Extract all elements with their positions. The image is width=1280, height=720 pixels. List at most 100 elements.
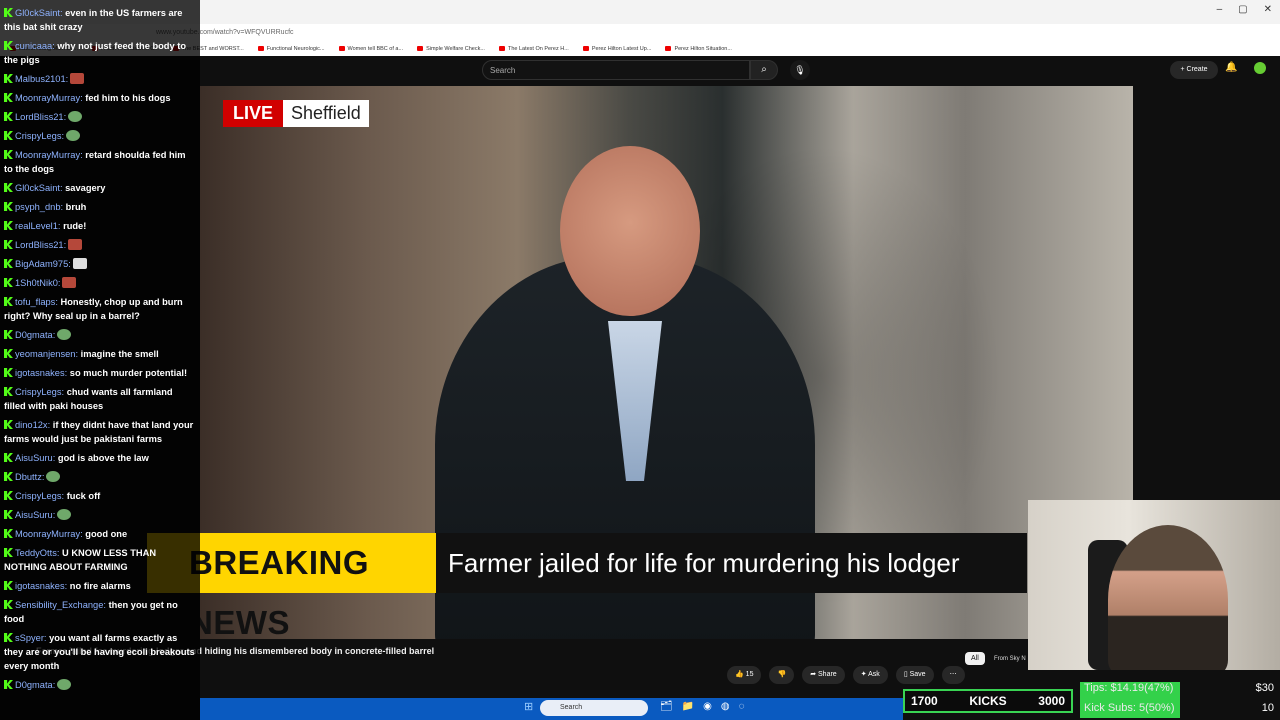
avatar[interactable] <box>1254 62 1266 74</box>
kick-badge-icon <box>4 453 13 462</box>
chrome-icon[interactable]: ◉ <box>703 701 712 712</box>
chat-username[interactable]: psyph_dnb: <box>15 202 63 212</box>
kick-badge-icon <box>4 74 13 83</box>
kick-badge-icon <box>4 349 13 358</box>
chat-message: tofu_flaps: Honestly, chop up and burn r… <box>4 295 196 323</box>
chat-username[interactable]: CrispyLegs: <box>15 491 64 501</box>
chip-from-channel[interactable]: From Sky N <box>990 652 1030 666</box>
chat-message: LordBliss21: <box>4 238 196 252</box>
search-button[interactable]: ⌕ <box>750 60 778 80</box>
chat-username[interactable]: Gl0ckSaint: <box>15 183 63 193</box>
maximize-icon[interactable]: ▢ <box>1238 4 1247 15</box>
chat-text: rude! <box>63 221 87 231</box>
kicks-label: KICKS <box>969 694 1007 708</box>
chat-username[interactable]: CrispyLegs: <box>15 387 64 397</box>
chat-username[interactable]: yeomanjensen: <box>15 349 78 359</box>
chat-username[interactable]: Malbus2101: <box>15 74 68 84</box>
kick-badge-icon <box>4 491 13 500</box>
chat-username[interactable]: AisuSuru: <box>15 453 55 463</box>
kick-chat-overlay: Gl0ckSaint: even in the US farmers are t… <box>0 0 200 720</box>
bookmark-item[interactable]: Perez Hilton Situation... <box>665 42 731 56</box>
chat-username[interactable]: tofu_flaps: <box>15 297 58 307</box>
share-button[interactable]: ➦ Share <box>802 666 845 684</box>
webcam-streamer <box>1108 525 1228 670</box>
chat-username[interactable]: cunicaaa: <box>15 41 55 51</box>
folder-icon[interactable]: 📁 <box>682 701 694 712</box>
create-label: Create <box>1186 66 1208 73</box>
bookmark-item[interactable]: The Latest On Perez H... <box>499 42 569 56</box>
chat-message: yeomanjensen: imagine the smell <box>4 347 196 361</box>
chat-username[interactable]: LordBliss21: <box>15 240 66 250</box>
close-icon[interactable]: ✕ <box>1264 4 1272 15</box>
chat-username[interactable]: MoonrayMurray: <box>15 529 83 539</box>
ask-button[interactable]: ✦ Ask <box>852 666 888 684</box>
chat-message: MoonrayMurray: good one <box>4 527 196 541</box>
chat-username[interactable]: dino12x: <box>15 420 50 430</box>
bookmark-item[interactable]: Functional Neurologic... <box>258 42 325 56</box>
url-text[interactable]: www.youtube.com/watch?v=WFQVURRucfc <box>150 26 1110 40</box>
chat-username[interactable]: D0gmata: <box>15 330 55 340</box>
chat-message: igotasnakes: no fire alarms <box>4 579 196 593</box>
bookmark-item[interactable]: Perez Hilton Latest Up... <box>583 42 652 56</box>
chat-username[interactable]: D0gmata: <box>15 680 55 690</box>
chat-username[interactable]: igotasnakes: <box>15 581 67 591</box>
kick-badge-icon <box>4 183 13 192</box>
more-actions-button[interactable]: ⋯ <box>941 666 965 684</box>
create-button[interactable]: + Create <box>1170 61 1218 79</box>
windows-start-icon[interactable]: ⊞ <box>524 702 535 713</box>
emote-icon <box>70 73 85 84</box>
kicks-goal: 3000 <box>1038 694 1065 708</box>
discord-icon[interactable]: ◍ <box>721 701 730 712</box>
chat-username[interactable]: BigAdam975: <box>15 259 71 269</box>
chip-all[interactable]: All <box>965 652 985 665</box>
mic-icon: 🎙 <box>794 65 806 75</box>
bookmark-item[interactable]: Simple Welfare Check... <box>417 42 485 56</box>
chat-text: good one <box>85 529 128 539</box>
kick-badge-icon <box>4 680 13 689</box>
taskbar-search[interactable]: Search <box>540 700 648 716</box>
chat-username[interactable]: TeddyOtts: <box>15 548 59 558</box>
edge-icon[interactable]: ◌ <box>739 701 745 712</box>
kick-badge-icon <box>4 112 13 121</box>
video-subject-head <box>560 146 700 316</box>
chat-username[interactable]: realLevel1: <box>15 221 60 231</box>
dislike-button[interactable]: 👎 <box>769 666 795 684</box>
tips-goal-panel: Tips: $14.19(47%) Kick Subs: 5(50%) $30 … <box>1080 680 1280 720</box>
like-button[interactable]: 👍 15 <box>727 666 762 684</box>
bookmark-item[interactable]: Women tell BBC of a... <box>339 42 404 56</box>
chat-text: god is above the law <box>57 453 149 463</box>
chat-username[interactable]: igotasnakes: <box>15 368 67 378</box>
search-icon: ⌕ <box>761 64 767 75</box>
window-controls: – ▢ ✕ <box>1217 4 1272 15</box>
chat-message: CrispyLegs: chud wants all farmland fill… <box>4 385 196 413</box>
chat-username[interactable]: MoonrayMurray: <box>15 150 83 160</box>
chat-username[interactable]: MoonrayMurray: <box>15 93 83 103</box>
chat-username[interactable]: AisuSuru: <box>15 510 55 520</box>
chat-text: savagery <box>65 183 106 193</box>
chat-message: D0gmata: <box>4 328 196 342</box>
voice-search-button[interactable]: 🎙 <box>790 60 810 80</box>
kick-badge-icon <box>4 41 13 50</box>
chat-username[interactable]: Gl0ckSaint: <box>15 8 63 18</box>
chat-username[interactable]: sSpyer: <box>15 633 47 643</box>
save-button[interactable]: ▯ Save <box>895 666 934 684</box>
kick-badge-icon <box>4 387 13 396</box>
chat-username[interactable]: LordBliss21: <box>15 112 66 122</box>
bell-icon[interactable]: 🔔 <box>1225 62 1237 73</box>
video-actions: 👍 15 👎 ➦ Share ✦ Ask ▯ Save ⋯ <box>727 666 965 684</box>
minimize-icon[interactable]: – <box>1217 4 1223 15</box>
kick-badge-icon <box>4 529 13 538</box>
file-explorer-icon[interactable]: 🗂 <box>660 701 673 712</box>
bookmark-icon: ▯ <box>903 671 908 678</box>
chat-username[interactable]: Dbuttz: <box>15 472 44 482</box>
kick-badge-icon <box>4 8 13 17</box>
chat-username[interactable]: 1Sh0tNik0: <box>15 278 60 288</box>
chat-text: no fire alarms <box>69 581 131 591</box>
kick-badge-icon <box>4 259 13 268</box>
live-badge: LIVE Sheffield <box>223 100 369 127</box>
chat-username[interactable]: Sensibility_Exchange: <box>15 600 106 610</box>
chat-message: MoonrayMurray: fed him to his dogs <box>4 91 196 105</box>
chat-username[interactable]: CrispyLegs: <box>15 131 64 141</box>
search-input[interactable]: Search <box>482 60 750 80</box>
chat-text: fed him to his dogs <box>85 93 171 103</box>
